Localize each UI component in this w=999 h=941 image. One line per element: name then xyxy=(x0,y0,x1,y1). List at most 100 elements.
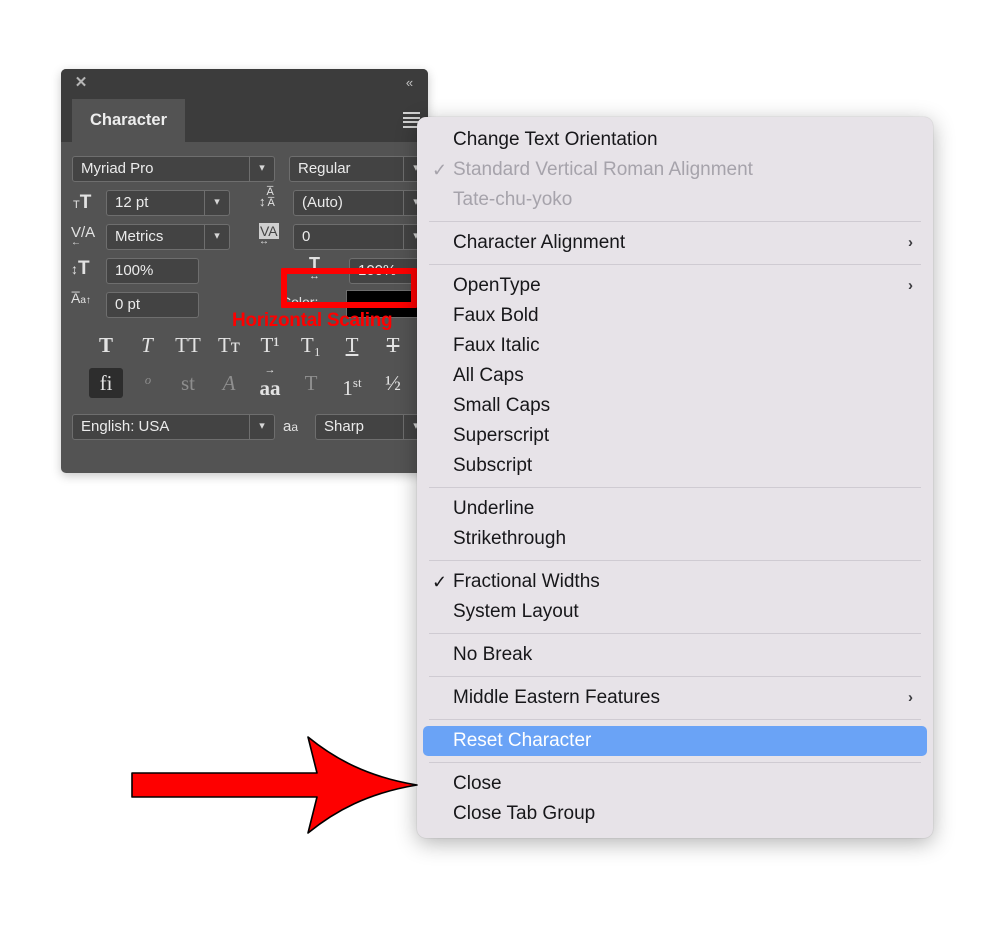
menu-item-label: Superscript xyxy=(453,425,550,446)
style-toggle-glyph: T¹ xyxy=(260,333,280,357)
antialias-icon: aa xyxy=(283,418,299,435)
menu-item-subscript[interactable]: Subscript xyxy=(423,451,927,481)
menu-separator xyxy=(429,719,921,720)
style-toggle-titling-alternates[interactable]: T xyxy=(294,368,328,398)
language-chevron-down-icon[interactable]: ▾ xyxy=(249,415,274,439)
checkmark-icon: ✓ xyxy=(432,572,448,592)
menu-separator xyxy=(429,487,921,488)
menu-item-strikethrough[interactable]: Strikethrough xyxy=(423,524,927,554)
vertical-scale-icon: ↕T xyxy=(71,258,90,279)
antialias-value: Sharp xyxy=(324,418,365,435)
menu-item-middle-eastern-features[interactable]: Middle Eastern Features › xyxy=(423,683,927,713)
font-style-value: Regular xyxy=(298,160,351,177)
style-toggle-subscript[interactable]: T₁ xyxy=(294,330,328,360)
style-toggle-stylistic-alternates[interactable]: → aa xyxy=(253,364,287,401)
tracking-value: 0 xyxy=(302,228,311,245)
language-field[interactable]: English: USA ▾ xyxy=(72,414,275,440)
menu-item-label: System Layout xyxy=(453,601,579,622)
menu-item-tate-chu-yoko: Tate-chu-yoko xyxy=(423,185,927,215)
style-toggle-strikethrough[interactable]: T xyxy=(376,330,410,360)
horizontal-scaling-highlight-box xyxy=(281,268,417,308)
menu-item-system-layout[interactable]: System Layout xyxy=(423,597,927,627)
menu-separator xyxy=(429,221,921,222)
style-toggle-glyph: → aa xyxy=(259,364,281,401)
menu-item-change-text-orientation[interactable]: Change Text Orientation xyxy=(423,125,927,155)
horizontal-scaling-annotation-label: Horizontal Scaling xyxy=(232,310,393,331)
style-toggle-faux-italic[interactable]: T xyxy=(130,330,164,360)
chevron-right-icon: › xyxy=(908,277,913,294)
font-size-field[interactable]: 12 pt ▾ xyxy=(106,190,230,216)
antialias-field[interactable]: Sharp ▾ xyxy=(315,414,428,440)
menu-item-label: Subscript xyxy=(453,455,533,476)
style-toggle-fractions[interactable]: ½ xyxy=(376,368,410,398)
menu-separator xyxy=(429,676,921,677)
style-toggle-glyph: T xyxy=(304,371,318,395)
style-toggle-underline[interactable]: T xyxy=(335,330,369,360)
style-toggle-standard-ligatures[interactable]: fi xyxy=(89,368,123,398)
style-toggle-contextual-alternates[interactable]: ᵒ xyxy=(130,368,164,398)
menu-item-superscript[interactable]: Superscript xyxy=(423,421,927,451)
menu-item-close[interactable]: Close xyxy=(423,769,927,799)
style-toggle-faux-bold[interactable]: T xyxy=(89,330,123,360)
kerning-field[interactable]: Metrics ▾ xyxy=(106,224,230,250)
style-toggle-superscript[interactable]: T¹ xyxy=(253,330,287,360)
font-family-value: Myriad Pro xyxy=(81,160,154,177)
font-size-value: 12 pt xyxy=(115,194,149,211)
menu-item-no-break[interactable]: No Break xyxy=(423,640,927,670)
style-toggle-glyph: T xyxy=(98,333,113,357)
menu-separator xyxy=(429,560,921,561)
menu-item-all-caps[interactable]: All Caps xyxy=(423,361,927,391)
kerning-icon: V/A ← xyxy=(71,224,96,248)
leading-value: (Auto) xyxy=(302,194,343,211)
style-toggle-swash[interactable]: A xyxy=(212,368,246,398)
vertical-scale-field[interactable]: 100% xyxy=(106,258,199,284)
style-toggle-row-1: T T TT Tᴛ T¹ T₁ T T xyxy=(61,330,428,366)
tab-character[interactable]: Character xyxy=(72,99,185,142)
style-toggle-glyph: A xyxy=(222,371,236,395)
character-panel-context-menu[interactable]: Change Text Orientation ✓ Standard Vertica… xyxy=(417,117,933,838)
menu-item-label: Underline xyxy=(453,498,535,519)
menu-item-opentype[interactable]: OpenType › xyxy=(423,271,927,301)
menu-item-label: Reset Character xyxy=(453,730,592,751)
menu-item-label: Change Text Orientation xyxy=(453,129,658,150)
style-toggle-glyph: ᵒ xyxy=(144,371,150,395)
close-icon[interactable]: ✕ xyxy=(72,74,90,92)
kerning-value: Metrics xyxy=(115,228,164,245)
menu-item-reset-character[interactable]: Reset Character xyxy=(423,726,927,756)
style-toggle-discretionary-ligatures[interactable]: st xyxy=(171,368,205,398)
kerning-chevron-down-icon[interactable]: ▾ xyxy=(204,225,229,249)
menu-item-close-tab-group[interactable]: Close Tab Group xyxy=(423,799,927,829)
font-size-chevron-down-icon[interactable]: ▾ xyxy=(204,191,229,215)
tracking-field[interactable]: 0 ▾ xyxy=(293,224,428,250)
menu-item-label: No Break xyxy=(453,644,533,665)
menu-item-character-alignment[interactable]: Character Alignment › xyxy=(423,228,927,258)
menu-item-label: Small Caps xyxy=(453,395,551,416)
style-toggle-all-caps[interactable]: TT xyxy=(171,330,205,360)
menu-item-faux-bold[interactable]: Faux Bold xyxy=(423,301,927,331)
menu-item-fractional-widths[interactable]: ✓ Fractional Widths xyxy=(423,567,927,597)
menu-item-faux-italic[interactable]: Faux Italic xyxy=(423,331,927,361)
panel-titlebar: ✕ « xyxy=(61,69,428,99)
checkmark-icon: ✓ xyxy=(432,160,448,180)
font-style-field[interactable]: Regular ▾ xyxy=(289,156,428,182)
chevron-right-icon: › xyxy=(908,234,913,251)
leading-field[interactable]: (Auto) ▾ xyxy=(293,190,428,216)
tracking-icon: VA ↔ xyxy=(259,223,279,247)
menu-separator xyxy=(429,762,921,763)
style-toggle-glyph: T xyxy=(386,333,400,357)
font-family-field[interactable]: Myriad Pro ▾ xyxy=(72,156,275,182)
baseline-shift-field[interactable]: 0 pt xyxy=(106,292,199,318)
menu-item-small-caps[interactable]: Small Caps xyxy=(423,391,927,421)
panel-tabbar: Character xyxy=(61,99,428,142)
font-family-chevron-down-icon[interactable]: ▾ xyxy=(249,157,274,181)
collapse-panel-icon[interactable]: « xyxy=(400,74,418,92)
menu-item-label: Character Alignment xyxy=(453,232,626,253)
style-toggle-row-2: fi ᵒ st A → aa T 1st ½ xyxy=(61,364,428,404)
menu-item-label: Standard Vertical Roman Alignment xyxy=(453,159,753,180)
style-toggle-small-caps[interactable]: Tᴛ xyxy=(212,330,246,360)
menu-item-underline[interactable]: Underline xyxy=(423,494,927,524)
style-toggle-glyph: T₁ xyxy=(300,333,322,357)
leading-icon: ↕A̅ A̅ xyxy=(259,186,275,209)
style-toggle-ordinals[interactable]: 1st xyxy=(335,368,369,400)
style-toggle-glyph: ½ xyxy=(385,371,401,395)
